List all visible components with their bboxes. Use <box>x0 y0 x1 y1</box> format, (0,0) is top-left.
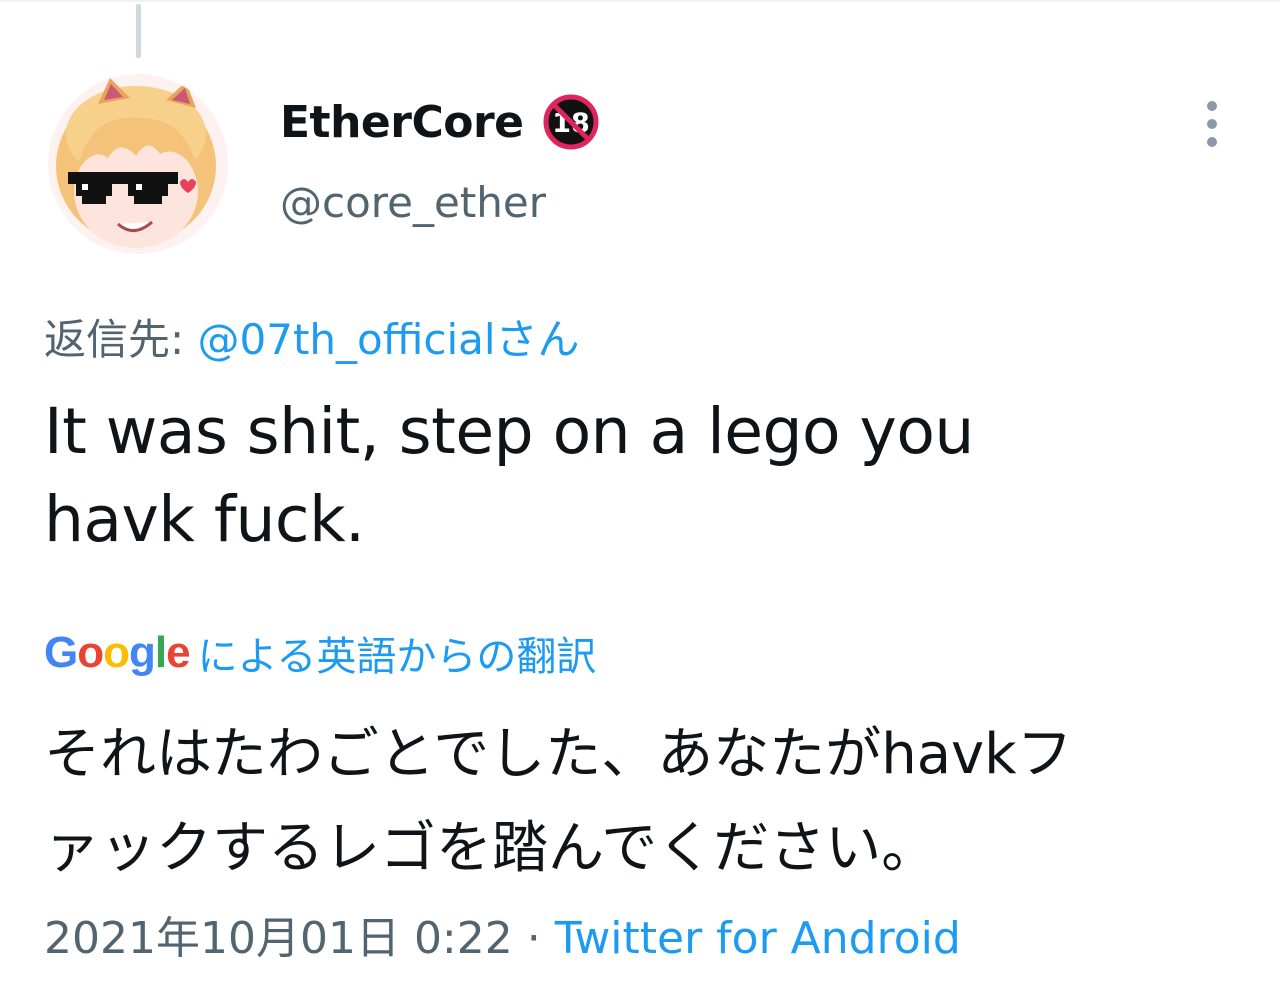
timestamp[interactable]: 2021年10月01日 0:22 <box>44 913 513 964</box>
translation-label-link[interactable]: による英語からの翻訳 <box>198 624 597 682</box>
translated-text-line: ァックするレゴを踏んでください。 <box>44 816 938 881</box>
tweet-text-line: havk fuck. <box>44 483 365 556</box>
replying-prefix: 返信先: <box>44 315 198 364</box>
translated-text-line: それはたわごとでした、あなたがhavkフ <box>44 722 1073 787</box>
tweet-text-line: It was shit, step on a lego you <box>44 395 974 468</box>
meta-separator: · <box>512 913 555 964</box>
translation-header: Google による英語からの翻訳 <box>44 624 596 682</box>
avatar[interactable] <box>48 74 228 254</box>
more-options-button[interactable] <box>1192 96 1232 152</box>
display-name[interactable]: EtherCore <box>280 97 524 148</box>
thread-connector-line <box>136 4 141 58</box>
avatar-image <box>48 74 228 254</box>
no-under-18-icon: 18 <box>542 93 600 151</box>
top-divider <box>0 0 1280 2</box>
replying-to-mention-link[interactable]: @07th_officialさん <box>198 315 580 364</box>
source-link[interactable]: Twitter for Android <box>555 913 961 964</box>
user-handle[interactable]: @core_ether <box>280 178 546 227</box>
replying-to: 返信先: @07th_officialさん <box>44 306 580 367</box>
more-vertical-icon <box>1207 101 1217 147</box>
translated-text: それはたわごとでした、あなたがhavkフ ァックするレゴを踏んでください。 <box>44 708 1224 896</box>
author-name-row: EtherCore 18 <box>280 92 600 152</box>
google-logo: Google <box>44 628 191 677</box>
tweet-text: It was shit, step on a lego you havk fuc… <box>44 388 1204 564</box>
tweet-meta: 2021年10月01日 0:22 · Twitter for Android <box>44 902 961 966</box>
